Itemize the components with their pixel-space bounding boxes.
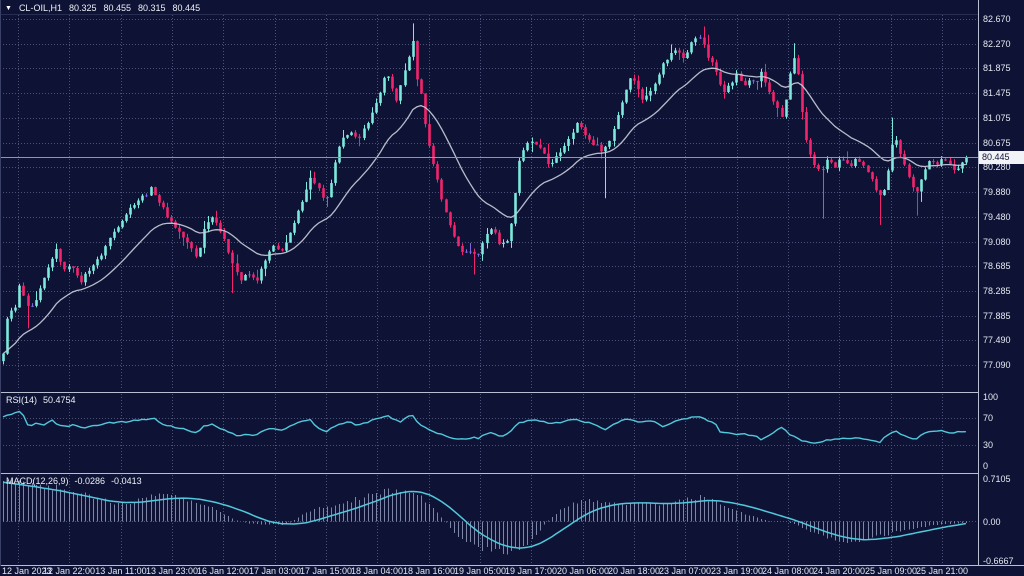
rsi-name: RSI(14) [6, 395, 37, 405]
time-tick-label: 12 Jan 22:00 [43, 566, 95, 576]
time-tick-label: 23 Jan 07:00 [659, 566, 711, 576]
high-value: 80.455 [103, 3, 131, 13]
price-tick-label: 82.270 [983, 39, 1011, 49]
time-tick-label: 25 Jan 09:00 [865, 566, 917, 576]
price-axis[interactable]: 82.67082.27081.87581.47581.07580.67580.2… [980, 0, 1024, 576]
time-tick-label: 13 Jan 23:00 [146, 566, 198, 576]
time-tick-label: 23 Jan 19:00 [711, 566, 763, 576]
current-price-badge: 80.445 [979, 151, 1024, 164]
price-tick-label: 77.490 [983, 335, 1011, 345]
main-chart-panel[interactable] [0, 0, 978, 391]
macd-tick-label: 0.7105 [983, 474, 1011, 484]
macd-panel[interactable] [0, 474, 978, 565]
price-tick-label: 80.675 [983, 138, 1011, 148]
price-tick-label: 81.875 [983, 63, 1011, 73]
close-value: 80.445 [173, 3, 201, 13]
rsi-tick-label: 70 [983, 413, 993, 423]
time-axis[interactable]: 12 Jan 202312 Jan 22:0013 Jan 11:0013 Ja… [0, 565, 1024, 576]
price-tick-label: 79.080 [983, 237, 1011, 247]
macd-indicator-label: MACD(12,26,9) -0.0286 -0.0413 [6, 476, 142, 486]
rsi-tick-label: 30 [983, 440, 993, 450]
rsi-tick-label: 100 [983, 392, 998, 402]
macd-name: MACD(12,26,9) [6, 476, 69, 486]
time-tick-label: 25 Jan 21:00 [916, 566, 968, 576]
time-tick-label: 17 Jan 03:00 [249, 566, 301, 576]
time-tick-label: 24 Jan 20:00 [813, 566, 865, 576]
price-tick-label: 77.090 [983, 360, 1011, 370]
macd-main-value: -0.0286 [75, 476, 106, 486]
price-tick-label: 81.075 [983, 113, 1011, 123]
time-tick-label: 18 Jan 04:00 [351, 566, 403, 576]
time-tick-label: 20 Jan 18:00 [608, 566, 660, 576]
price-tick-label: 79.480 [983, 212, 1011, 222]
rsi-tick-label: 0 [983, 461, 988, 471]
time-tick-label: 20 Jan 06:00 [557, 566, 609, 576]
time-tick-label: 19 Jan 17:00 [505, 566, 557, 576]
time-tick-label: 18 Jan 16:00 [403, 566, 455, 576]
time-tick-label: 13 Jan 11:00 [95, 566, 146, 576]
symbol-timeframe-label: CL-OIL,H1 [19, 3, 62, 13]
price-tick-label: 78.685 [983, 261, 1011, 271]
price-tick-label: 77.885 [983, 311, 1011, 321]
time-tick-label: 19 Jan 05:00 [454, 566, 506, 576]
macd-tick-label: 0.00 [983, 517, 1001, 527]
price-tick-label: 79.880 [983, 187, 1011, 197]
open-value: 80.325 [69, 3, 97, 13]
rsi-value: 50.4754 [43, 395, 76, 405]
macd-signal-value: -0.0413 [111, 476, 142, 486]
collapse-ohlc-icon[interactable]: ▼ [5, 5, 12, 12]
price-tick-label: 78.285 [983, 286, 1011, 296]
rsi-indicator-label: RSI(14) 50.4754 [6, 395, 76, 405]
time-tick-label: 17 Jan 15:00 [300, 566, 352, 576]
rsi-panel[interactable] [0, 393, 978, 472]
time-tick-label: 16 Jan 12:00 [197, 566, 249, 576]
trading-chart-window: ▼ CL-OIL,H1 80.325 80.455 80.315 80.445 … [0, 0, 1024, 576]
low-value: 80.315 [138, 3, 166, 13]
price-tick-label: 82.670 [983, 14, 1011, 24]
time-tick-label: 24 Jan 08:00 [762, 566, 814, 576]
price-tick-label: 81.475 [983, 88, 1011, 98]
symbol-ohlc-readout: ▼ CL-OIL,H1 80.325 80.455 80.315 80.445 [5, 3, 200, 13]
